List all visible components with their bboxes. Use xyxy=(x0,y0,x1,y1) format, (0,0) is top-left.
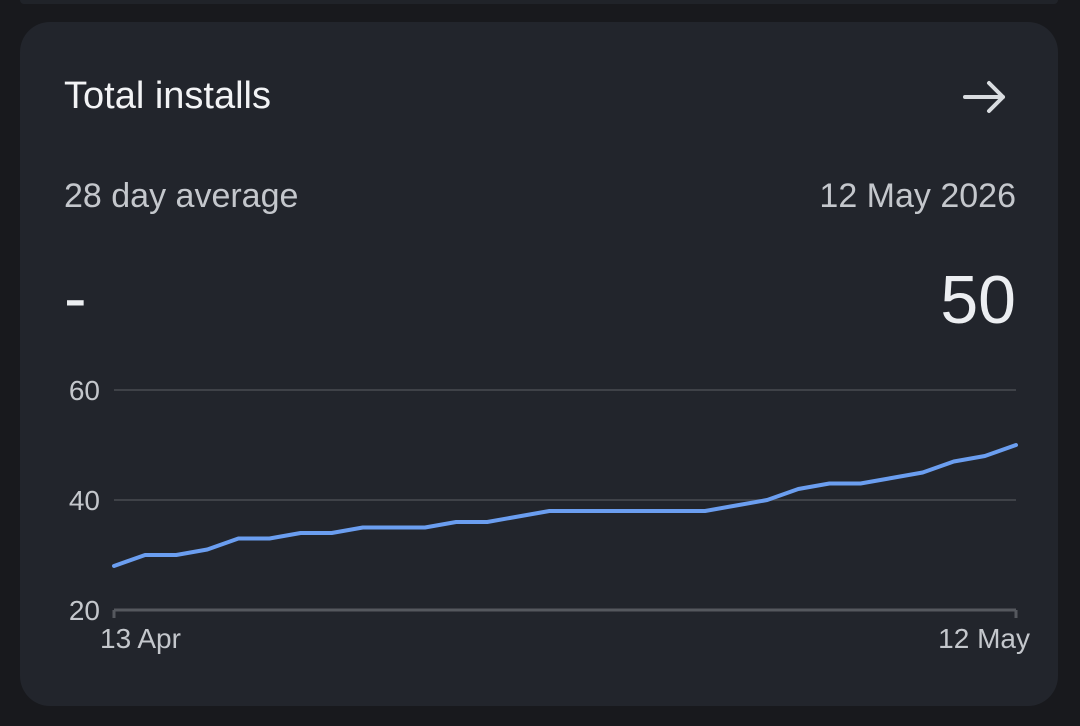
installs-series-line xyxy=(112,443,1018,568)
y-tick-label: 40 xyxy=(69,485,100,516)
previous-card-edge xyxy=(20,0,1058,4)
y-tick-label: 60 xyxy=(69,375,100,406)
y-tick-label: 20 xyxy=(69,595,100,626)
x-tick-label-start: 13 Apr xyxy=(100,623,181,654)
x-tick-label-end: 12 May xyxy=(938,623,1030,654)
installs-line-chart: 20 40 60 13 Apr 12 May xyxy=(69,375,1030,654)
total-installs-card[interactable]: Total installs 28 day average 12 May 202… xyxy=(20,22,1058,706)
